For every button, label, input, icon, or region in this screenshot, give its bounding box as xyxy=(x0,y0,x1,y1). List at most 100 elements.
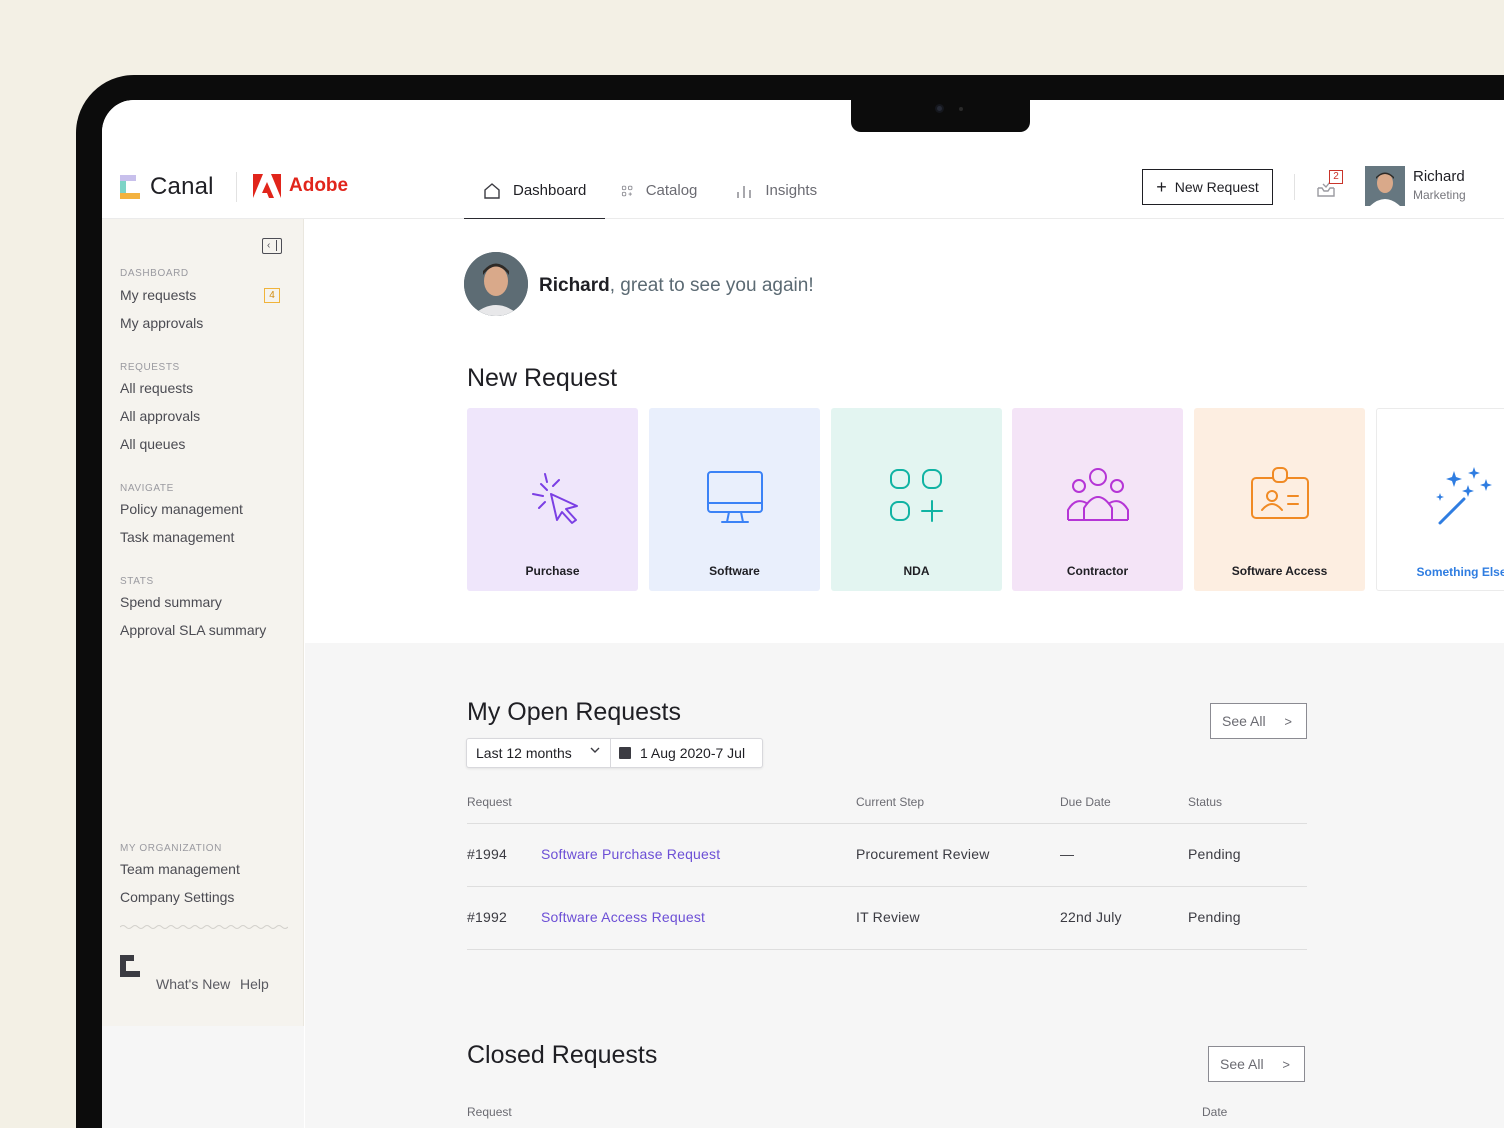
column-header-status: Status xyxy=(1188,795,1223,809)
range-select[interactable]: Last 12 months xyxy=(467,739,611,767)
calendar-icon xyxy=(619,747,631,759)
camera-sensor xyxy=(959,107,963,111)
sidebar-item-team-management[interactable]: Team management xyxy=(120,861,240,877)
closed-requests-heading: Closed Requests xyxy=(467,1041,658,1069)
request-status: Pending xyxy=(1188,909,1241,925)
camera-notch xyxy=(851,100,1030,132)
monitor-icon xyxy=(706,471,763,523)
whats-new-link[interactable]: What's New xyxy=(156,976,230,992)
sidebar-item-policy-management[interactable]: Policy management xyxy=(120,501,243,517)
sidebar-section-dashboard: DASHBOARD xyxy=(120,268,189,279)
greeting-name: Richard xyxy=(539,275,610,296)
tile-something-else-label: Something Else xyxy=(1416,565,1504,579)
column-header-due-date: Due Date xyxy=(1060,795,1111,809)
tile-nda-label: NDA xyxy=(903,564,930,578)
tile-software-access[interactable]: Software Access xyxy=(1194,408,1365,591)
sidebar: ‹ DASHBOARD My requests 4 My approvals R… xyxy=(102,219,304,1026)
partner-name: Adobe xyxy=(289,175,349,196)
logo-divider xyxy=(236,172,237,202)
home-icon xyxy=(484,182,500,199)
canal-logo[interactable]: Canal xyxy=(120,173,214,200)
sidebar-item-all-requests[interactable]: All requests xyxy=(120,380,193,396)
request-status: Pending xyxy=(1188,846,1241,862)
nav-dashboard-label: Dashboard xyxy=(513,182,587,199)
tile-nda[interactable]: NDA xyxy=(831,408,1002,591)
tile-something-else[interactable]: Something Else xyxy=(1376,408,1504,591)
canal-footer-logo-icon xyxy=(120,955,140,977)
request-due-date: — xyxy=(1060,846,1075,862)
sidebar-item-task-management[interactable]: Task management xyxy=(120,529,234,545)
see-all-label: See All xyxy=(1222,713,1266,729)
nav-catalog-label: Catalog xyxy=(645,182,698,199)
sidebar-section-stats: STATS xyxy=(120,576,154,587)
date-range-picker[interactable]: 1 Aug 2020-7 Jul xyxy=(611,739,745,767)
request-current-step: Procurement Review xyxy=(856,846,990,862)
range-select-value: Last 12 months xyxy=(476,745,572,761)
request-link[interactable]: Software Purchase Request xyxy=(541,846,720,862)
table-row-divider xyxy=(467,886,1307,887)
plus-icon: + xyxy=(1156,177,1167,197)
tile-software[interactable]: Software xyxy=(649,408,820,591)
id-badge-icon xyxy=(1250,467,1309,519)
main-nav: Dashboard Catalog Insights xyxy=(464,162,836,220)
sidebar-item-all-queues[interactable]: All queues xyxy=(120,436,185,452)
greeting-avatar xyxy=(464,252,528,316)
table-divider xyxy=(467,823,1307,824)
sidebar-item-approval-sla-summary[interactable]: Approval SLA summary xyxy=(120,622,266,638)
nav-catalog[interactable]: Catalog xyxy=(605,162,716,219)
grid-icon xyxy=(622,185,633,196)
tile-purchase[interactable]: Purchase xyxy=(467,408,638,591)
camera-icon xyxy=(935,104,944,113)
top-bar: Canal Adobe Dashboard Catalog Insights +… xyxy=(102,100,1504,220)
header-divider xyxy=(1294,174,1295,200)
partner-logo: Adobe xyxy=(253,174,348,198)
request-due-date: 22nd July xyxy=(1060,909,1122,925)
cursor-click-icon xyxy=(531,473,578,524)
sidebar-lower-area xyxy=(102,1026,304,1128)
tile-purchase-label: Purchase xyxy=(525,564,580,578)
request-id: #1992 xyxy=(467,909,507,925)
request-link[interactable]: Software Access Request xyxy=(541,909,705,925)
chevron-right-icon: > xyxy=(1284,714,1292,729)
column-header-request: Request xyxy=(467,795,512,809)
column-header-request: Request xyxy=(467,1105,512,1119)
collapse-sidebar-button[interactable]: ‹ xyxy=(262,238,282,254)
greeting-text: Richard, great to see you again! xyxy=(539,275,814,297)
sidebar-section-requests: REQUESTS xyxy=(120,362,180,373)
sidebar-item-spend-summary[interactable]: Spend summary xyxy=(120,594,222,610)
sidebar-item-my-requests[interactable]: My requests xyxy=(120,287,196,303)
nav-insights-label: Insights xyxy=(765,182,818,199)
closed-requests-see-all-button[interactable]: See All > xyxy=(1208,1046,1305,1082)
nav-dashboard[interactable]: Dashboard xyxy=(464,162,606,220)
adobe-logo-icon xyxy=(253,174,281,198)
team-icon xyxy=(1066,468,1129,521)
sidebar-section-navigate: NAVIGATE xyxy=(120,483,174,494)
table-row-divider xyxy=(467,949,1307,950)
new-request-heading: New Request xyxy=(467,364,618,392)
sidebar-item-all-approvals[interactable]: All approvals xyxy=(120,408,200,424)
date-range-value: 1 Aug 2020-7 Jul xyxy=(640,745,746,761)
sidebar-section-my-organization: MY ORGANIZATION xyxy=(120,843,222,854)
nav-insights[interactable]: Insights xyxy=(716,162,836,219)
chevron-down-icon xyxy=(590,747,600,753)
tile-contractor[interactable]: Contractor xyxy=(1012,408,1183,591)
new-request-button[interactable]: + New Request xyxy=(1142,169,1273,205)
chevron-right-icon: > xyxy=(1282,1057,1290,1072)
magic-wand-icon xyxy=(1435,467,1492,525)
open-requests-see-all-button[interactable]: See All > xyxy=(1210,703,1307,739)
open-requests-heading: My Open Requests xyxy=(467,698,681,726)
avatar-portrait-icon xyxy=(464,252,528,316)
wavy-divider xyxy=(120,925,288,929)
user-name[interactable]: Richard xyxy=(1413,168,1465,185)
user-avatar[interactable] xyxy=(1365,166,1405,206)
sidebar-item-my-approvals[interactable]: My approvals xyxy=(120,315,203,331)
column-header-current-step: Current Step xyxy=(856,795,925,809)
canal-logo-icon xyxy=(120,175,140,199)
date-filter: Last 12 months 1 Aug 2020-7 Jul xyxy=(466,738,763,768)
column-header-date: Date xyxy=(1202,1105,1228,1119)
sidebar-item-company-settings[interactable]: Company Settings xyxy=(120,889,234,905)
help-link[interactable]: Help xyxy=(240,976,269,992)
inbox-count-badge: 2 xyxy=(1329,170,1343,184)
tile-contractor-label: Contractor xyxy=(1066,564,1129,578)
new-request-label: New Request xyxy=(1174,179,1259,195)
